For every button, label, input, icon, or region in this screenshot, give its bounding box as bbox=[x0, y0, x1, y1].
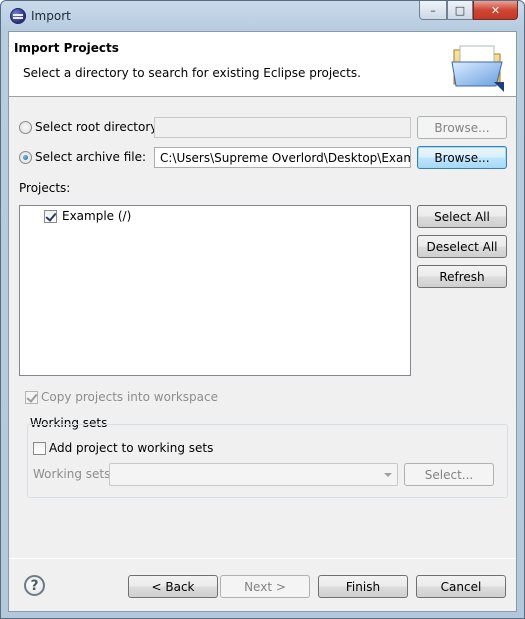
chevron-down-icon bbox=[384, 473, 392, 477]
window-controls: – □ ✕ bbox=[419, 1, 518, 21]
root-directory-radio[interactable] bbox=[19, 121, 32, 134]
wizard-header: Import Projects Select a directory to se… bbox=[9, 32, 516, 97]
archive-browse-button[interactable]: Browse... bbox=[417, 146, 507, 169]
archive-file-input[interactable]: C:\Users\Supreme Overlord\Desktop\Exampl… bbox=[154, 147, 411, 168]
list-item[interactable]: Example (/) bbox=[44, 209, 164, 225]
copy-into-workspace-checkbox bbox=[25, 391, 38, 404]
page-description: Select a directory to search for existin… bbox=[23, 66, 361, 80]
projects-label: Projects: bbox=[19, 181, 71, 195]
close-button[interactable]: ✕ bbox=[473, 1, 518, 20]
folder-wizard-icon bbox=[451, 45, 504, 92]
window-title: Import bbox=[31, 9, 71, 23]
refresh-button[interactable]: Refresh bbox=[417, 265, 507, 288]
dialog-client-area: Import Projects Select a directory to se… bbox=[8, 31, 517, 612]
help-icon[interactable]: ? bbox=[24, 575, 45, 596]
add-to-working-sets-label: Add project to working sets bbox=[49, 441, 214, 455]
minimize-button[interactable]: – bbox=[419, 1, 447, 20]
project-item-label: Example (/) bbox=[62, 209, 132, 223]
title-bar[interactable]: Import – □ ✕ bbox=[1, 1, 524, 31]
working-sets-group bbox=[27, 424, 508, 498]
project-checkbox[interactable] bbox=[44, 210, 57, 223]
working-sets-select-button: Select... bbox=[404, 463, 494, 486]
maximize-icon: □ bbox=[454, 3, 466, 17]
archive-file-label: Select archive file: bbox=[35, 150, 147, 164]
copy-into-workspace-label: Copy projects into workspace bbox=[41, 390, 219, 404]
minimize-icon: – bbox=[430, 3, 436, 17]
add-to-working-sets-checkbox[interactable] bbox=[33, 442, 46, 455]
deselect-all-button[interactable]: Deselect All bbox=[417, 235, 507, 258]
import-dialog-window: Import – □ ✕ Import Projects Select a di… bbox=[0, 0, 525, 619]
select-all-button[interactable]: Select All bbox=[417, 205, 507, 228]
working-sets-field-label: Working sets: bbox=[33, 467, 115, 481]
projects-list[interactable]: Example (/) bbox=[19, 205, 411, 376]
root-browse-button: Browse... bbox=[417, 116, 507, 139]
close-icon: ✕ bbox=[490, 3, 501, 17]
maximize-button[interactable]: □ bbox=[447, 1, 473, 20]
cancel-button[interactable]: Cancel bbox=[416, 575, 506, 598]
eclipse-icon bbox=[10, 8, 26, 24]
next-button: Next > bbox=[220, 575, 310, 598]
finish-button[interactable]: Finish bbox=[318, 575, 408, 598]
archive-file-radio[interactable] bbox=[19, 151, 32, 164]
working-sets-combo bbox=[109, 463, 398, 486]
footer-separator bbox=[9, 558, 516, 559]
root-directory-label: Select root directory: bbox=[35, 120, 161, 134]
page-title: Import Projects bbox=[14, 41, 119, 55]
back-button[interactable]: < Back bbox=[128, 575, 218, 598]
root-directory-input bbox=[154, 117, 411, 138]
